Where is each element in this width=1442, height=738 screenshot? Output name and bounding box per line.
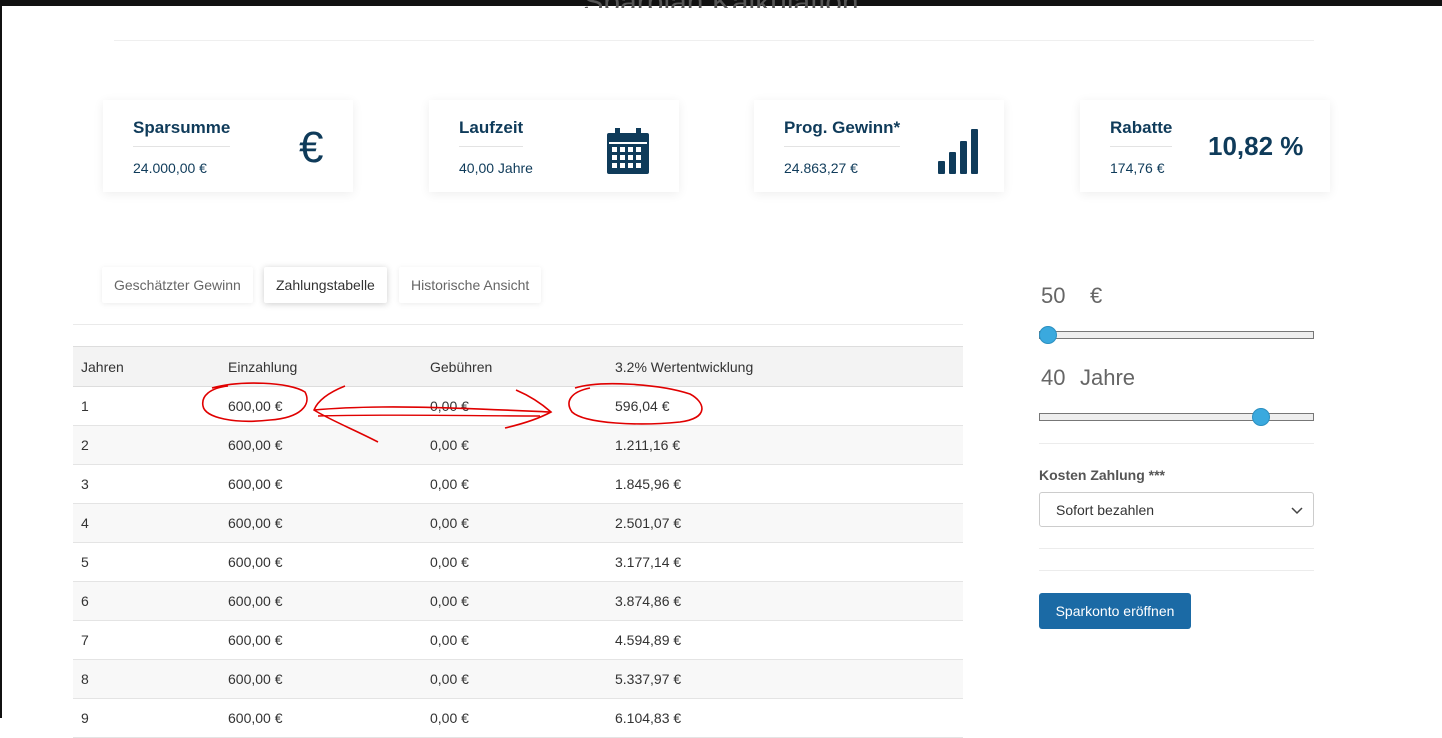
tab-divider — [73, 324, 963, 325]
cell-year: 6 — [73, 581, 220, 621]
years-slider[interactable] — [1039, 413, 1314, 421]
years-slider-thumb[interactable] — [1252, 408, 1271, 426]
years-value: 40 — [1041, 365, 1066, 390]
card-value: 24.000,00 € — [133, 160, 207, 176]
cell-fees: 0,00 € — [422, 581, 607, 621]
cell-deposit: 600,00 € — [220, 464, 422, 504]
bar-chart-icon — [937, 128, 979, 179]
column-header: 3.2% Wertentwicklung — [607, 346, 963, 387]
cell-year: 7 — [73, 620, 220, 660]
card-laufzeit: Laufzeit 40,00 Jahre — [429, 100, 679, 192]
sidebar-divider — [1039, 443, 1314, 444]
cell-value: 6.104,83 € — [607, 698, 963, 738]
cell-year: 2 — [73, 425, 220, 465]
cell-fees: 0,00 € — [422, 542, 607, 582]
tab-zahlungstabelle[interactable]: Zahlungstabelle — [264, 267, 387, 303]
card-label: Prog. Gewinn* — [784, 118, 901, 147]
sidebar-divider — [1039, 548, 1314, 549]
card-rabatte: Rabatte 174,76 € 10,82 % — [1080, 100, 1330, 192]
tab-geschaetzter-gewinn[interactable]: Geschätzter Gewinn — [102, 267, 253, 303]
card-label: Rabatte — [1110, 118, 1173, 147]
cost-payment-label: Kosten Zahlung *** — [1039, 467, 1166, 483]
table-row: 1 600,00 €0,00 €596,04 € — [73, 386, 963, 426]
open-savings-account-button[interactable]: Sparkonto eröffnen — [1039, 593, 1191, 629]
cell-year: 5 — [73, 542, 220, 582]
table-row: 9 600,00 €0,00 €6.104,83 € — [73, 698, 963, 738]
cell-deposit: 600,00 € — [220, 659, 422, 699]
cell-deposit: 600,00 € — [220, 698, 422, 738]
amount-slider[interactable] — [1039, 331, 1314, 339]
card-label: Sparsumme — [133, 118, 231, 147]
card-value: 24.863,27 € — [784, 160, 858, 176]
column-header: Jahren — [73, 346, 220, 387]
cell-fees: 0,00 € — [422, 464, 607, 504]
cell-fees: 0,00 € — [422, 620, 607, 660]
cell-year: 4 — [73, 503, 220, 543]
chevron-down-icon — [1291, 503, 1303, 519]
tab-historische-ansicht[interactable]: Historische Ansicht — [399, 267, 542, 303]
cell-value: 4.594,89 € — [607, 620, 963, 660]
euro-icon: € — [299, 123, 324, 172]
table-row: 2 600,00 €0,00 €1.211,16 € — [73, 425, 963, 465]
cell-deposit: 600,00 € — [220, 620, 422, 660]
cost-payment-select[interactable]: Sofort bezahlen — [1039, 492, 1314, 527]
amount-slider-thumb[interactable] — [1039, 326, 1057, 344]
cell-value: 1.211,16 € — [607, 425, 963, 465]
window-left-border — [0, 0, 2, 718]
table-row: 5 600,00 €0,00 €3.177,14 € — [73, 542, 963, 582]
column-header: Einzahlung — [220, 346, 422, 387]
card-prog-gewinn: Prog. Gewinn* 24.863,27 € — [754, 100, 1004, 192]
cell-value: 3.177,14 € — [607, 542, 963, 582]
table-row: 6 600,00 €0,00 €3.874,86 € — [73, 581, 963, 621]
column-header: Gebühren — [422, 346, 607, 387]
cell-fees: 0,00 € — [422, 425, 607, 465]
cell-year: 9 — [73, 698, 220, 738]
title-divider — [114, 40, 1314, 41]
select-value: Sofort bezahlen — [1056, 502, 1155, 518]
sidebar-divider — [1039, 570, 1314, 571]
cell-value: 5.337,97 € — [607, 659, 963, 699]
cell-year: 1 — [73, 386, 220, 426]
cell-value: 2.501,07 € — [607, 503, 963, 543]
card-value: 174,76 € — [1110, 160, 1165, 176]
page-title: Sparplan Kalkulation — [0, 0, 1442, 8]
cell-year: 3 — [73, 464, 220, 504]
card-value: 40,00 Jahre — [459, 160, 533, 176]
cell-value: 3.874,86 € — [607, 581, 963, 621]
table-header-row: Jahren Einzahlung Gebühren 3.2% Wertentw… — [73, 346, 963, 387]
table-row: 7 600,00 €0,00 €4.594,89 € — [73, 620, 963, 660]
table-row: 8 600,00 €0,00 €5.337,97 € — [73, 659, 963, 699]
table-row: 3 600,00 €0,00 €1.845,96 € — [73, 464, 963, 504]
cell-year: 8 — [73, 659, 220, 699]
cell-fees: 0,00 € — [422, 386, 607, 426]
cell-fees: 0,00 € — [422, 659, 607, 699]
amount-value: 50 — [1041, 283, 1066, 308]
card-sparsumme: Sparsumme 24.000,00 € € — [103, 100, 353, 192]
cell-value: 596,04 € — [607, 386, 963, 426]
cell-deposit: 600,00 € — [220, 581, 422, 621]
cell-deposit: 600,00 € — [220, 503, 422, 543]
amount-unit: € — [1090, 283, 1103, 308]
card-label: Laufzeit — [459, 118, 524, 147]
table-row: 4 600,00 €0,00 €2.501,07 € — [73, 503, 963, 543]
cell-deposit: 600,00 € — [220, 386, 422, 426]
payment-table: Jahren Einzahlung Gebühren 3.2% Wertentw… — [73, 346, 963, 738]
cell-deposit: 600,00 € — [220, 542, 422, 582]
cell-value: 1.845,96 € — [607, 464, 963, 504]
cell-fees: 0,00 € — [422, 503, 607, 543]
discount-percent: 10,82 % — [1208, 131, 1304, 161]
years-unit: Jahre — [1080, 365, 1136, 390]
calendar-icon — [607, 128, 649, 179]
cell-fees: 0,00 € — [422, 698, 607, 738]
cell-deposit: 600,00 € — [220, 425, 422, 465]
